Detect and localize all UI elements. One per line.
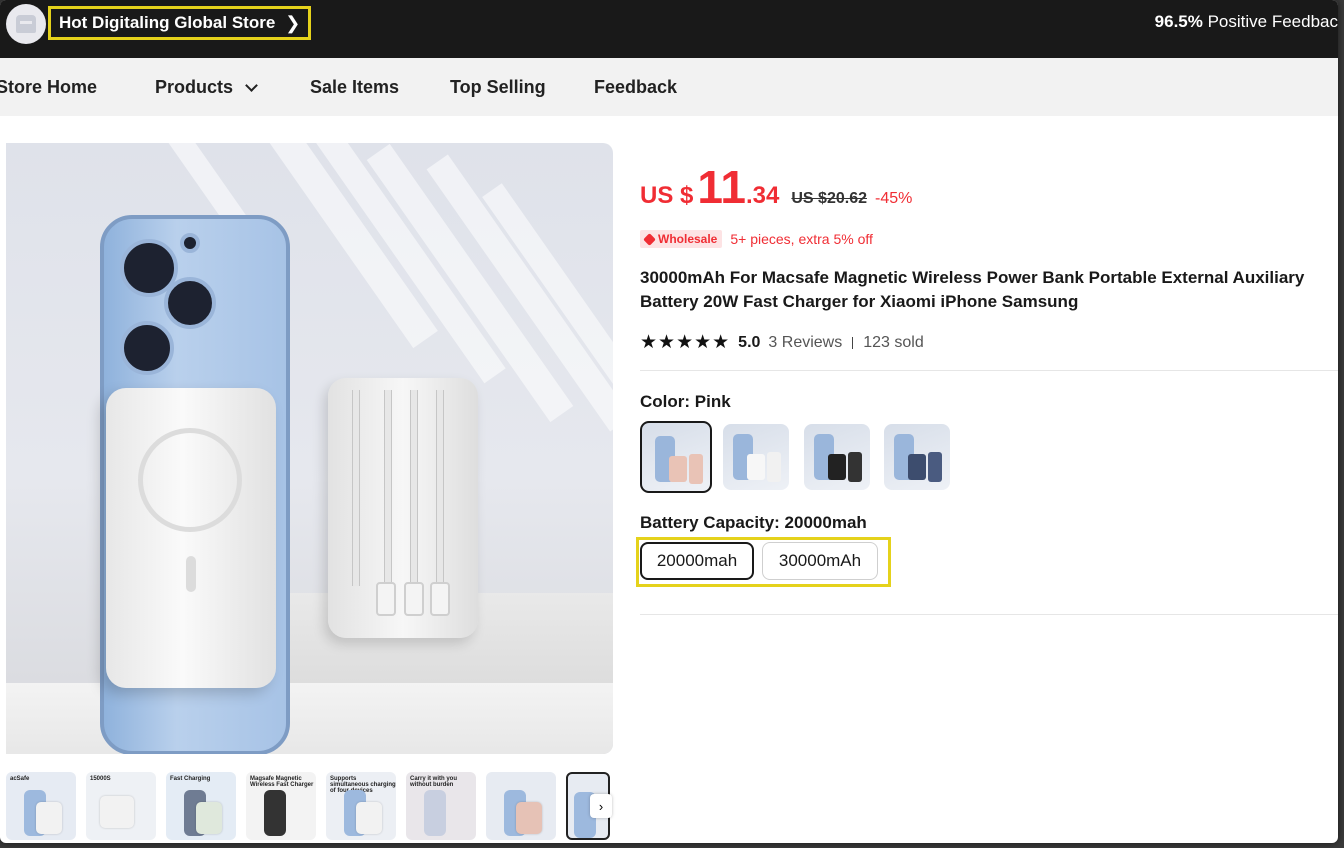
page-frame: Hot Digitaling Global Store ❯ 96.5% Posi… — [0, 0, 1338, 843]
thumbnail-caption: Carry it with you without burden — [410, 776, 458, 788]
reviews-link[interactable]: 3 Reviews — [768, 334, 842, 352]
thumbnail[interactable]: Supports simultaneous charging of four d… — [326, 772, 396, 840]
nav-products-label: Products — [155, 77, 234, 97]
rating-row: ★★★★★ 5.0 3 Reviews 123 sold — [640, 331, 924, 354]
thumbnail[interactable]: Carry it with you without burden — [406, 772, 476, 840]
main-product-image[interactable] — [6, 143, 613, 754]
thumbnail-next-button[interactable]: › — [590, 794, 612, 818]
discount-percent: -45% — [874, 190, 913, 207]
thumbnail-caption: Magsafe Magnetic Wireless Fast Charger — [250, 776, 314, 788]
thumbnail[interactable]: acSafe — [6, 772, 76, 840]
capacity-option-20000mah[interactable]: 20000mah — [640, 542, 754, 580]
price-integer: 11 — [697, 161, 746, 213]
divider — [640, 614, 1338, 615]
nav-top-selling[interactable]: Top Selling — [450, 77, 546, 98]
thumbnail[interactable] — [486, 772, 556, 840]
nav-feedback[interactable]: Feedback — [594, 77, 677, 98]
divider — [640, 370, 1338, 371]
divider — [852, 336, 854, 349]
chevron-right-icon: ❯ — [285, 12, 301, 33]
color-swatch-black[interactable] — [804, 424, 870, 490]
thumbnail[interactable]: 15000S — [86, 772, 156, 840]
positive-feedback-label: Positive Feedbac — [1202, 12, 1338, 31]
nav-top-selling-label: Top Selling — [450, 77, 546, 97]
nav-sale-items-label: Sale Items — [310, 77, 400, 97]
thumbnail-caption: Fast Charging — [170, 776, 211, 782]
store-name-link[interactable]: Hot Digitaling Global Store ❯ — [48, 6, 312, 40]
nav-products[interactable]: Products — [155, 77, 258, 98]
thumbnail-strip: acSafe 15000S Fast Charging Magsafe Magn… — [6, 772, 612, 840]
price-block: US $ 11 .34 US $20.62 -45% — [640, 160, 912, 214]
nav-store-home[interactable]: Store Home — [0, 77, 97, 98]
store-name: Hot Digitaling Global Store — [59, 13, 276, 32]
nav-store-home-label: Store Home — [0, 77, 98, 97]
rating-score: 5.0 — [738, 333, 761, 351]
sold-count: 123 sold — [863, 333, 924, 351]
wholesale-offer: Wholesale 5+ pieces, extra 5% off — [640, 230, 873, 248]
chevron-down-icon — [245, 78, 258, 92]
color-swatch-blue[interactable] — [884, 424, 950, 490]
chevron-right-icon: › — [598, 798, 604, 814]
wholesale-text: 5+ pieces, extra 5% off — [730, 231, 873, 247]
thumbnail-caption: acSafe — [10, 776, 30, 782]
magnetic-power-bank-illustration — [106, 388, 276, 688]
thumbnail[interactable]: Magsafe Magnetic Wireless Fast Charger — [246, 772, 316, 840]
capacity-option-30000mah[interactable]: 30000mAh — [762, 542, 878, 580]
price-currency: US $ — [640, 182, 694, 209]
store-nav: Store Home Products Sale Items Top Selli… — [0, 58, 1338, 116]
positive-feedback: 96.5% Positive Feedbac — [1155, 12, 1338, 32]
color-swatch-white[interactable] — [723, 424, 789, 490]
store-header-bar: Hot Digitaling Global Store ❯ 96.5% Posi… — [0, 0, 1338, 58]
price-decimal: .34 — [746, 182, 780, 209]
wholesale-tag: Wholesale — [640, 230, 723, 248]
tag-icon — [643, 232, 656, 246]
nav-sale-items[interactable]: Sale Items — [310, 77, 399, 98]
capacity-label: Battery Capacity: 20000mah — [640, 513, 867, 532]
star-rating-icon: ★★★★★ — [640, 332, 731, 353]
store-logo[interactable] — [6, 4, 46, 44]
color-label: Color: Pink — [640, 392, 731, 411]
nav-feedback-label: Feedback — [594, 77, 678, 97]
wholesale-tag-label: Wholesale — [658, 232, 718, 246]
thumbnail-caption: 15000S — [90, 776, 111, 782]
color-swatch-pink[interactable] — [640, 421, 712, 493]
product-title: 30000mAh For Macsafe Magnetic Wireless P… — [640, 268, 1305, 311]
cable-power-bank-illustration — [328, 378, 478, 638]
positive-feedback-value: 96.5% — [1154, 12, 1203, 31]
original-price: US $20.62 — [791, 190, 867, 207]
thumbnail[interactable]: Fast Charging — [166, 772, 236, 840]
